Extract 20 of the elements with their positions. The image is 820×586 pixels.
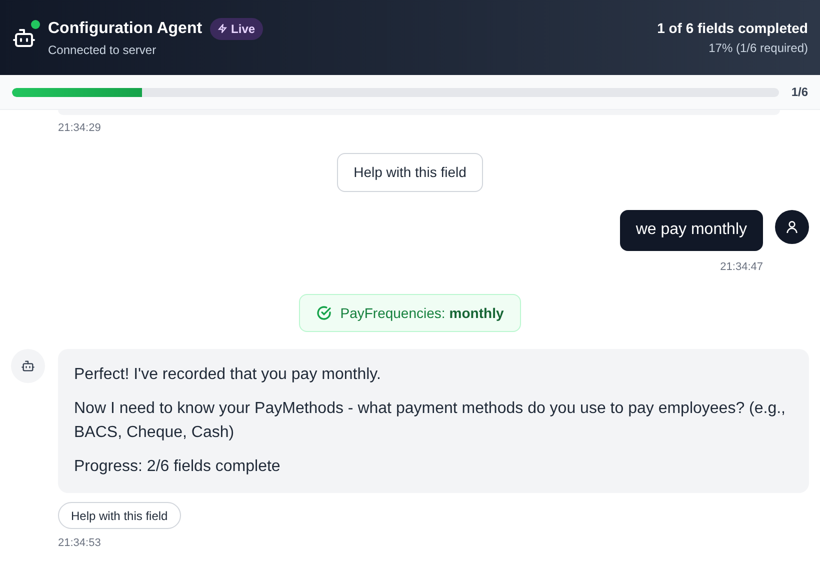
progress-count: 1/6 bbox=[791, 84, 808, 101]
message-time: 21:34:53 bbox=[58, 536, 101, 551]
message-text: Perfect! I've recorded that you pay monthly. bbox=[74, 365, 382, 385]
connection-status: Connected to server bbox=[48, 42, 158, 58]
help-button[interactable]: Help with this field bbox=[336, 152, 484, 192]
field-value: monthly bbox=[449, 304, 504, 323]
user-avatar bbox=[775, 210, 809, 244]
message-text: Progress: 2/6 fields complete bbox=[74, 457, 282, 477]
message-text: Now I need to know your PayMethods - what payment methods do you use to pay employees? (e.g., BACS, Cheque, Cash) bbox=[74, 399, 786, 443]
help-button[interactable]: Help with this field bbox=[58, 502, 181, 529]
message-time: 21:34:29 bbox=[58, 121, 102, 136]
user-message: we pay monthly bbox=[620, 210, 763, 250]
agent-title: Configuration Agent bbox=[48, 18, 202, 38]
completion-percent: 17% (1/6 required) bbox=[708, 40, 808, 57]
live-badge: Live bbox=[210, 18, 264, 40]
field-name: PayFrequencies: bbox=[340, 304, 446, 323]
agent-avatar bbox=[11, 349, 45, 383]
check-circle-icon bbox=[316, 305, 332, 321]
completion-summary: 1 of 6 fields completed bbox=[657, 19, 808, 38]
message-time: 21:34:47 bbox=[720, 260, 763, 274]
